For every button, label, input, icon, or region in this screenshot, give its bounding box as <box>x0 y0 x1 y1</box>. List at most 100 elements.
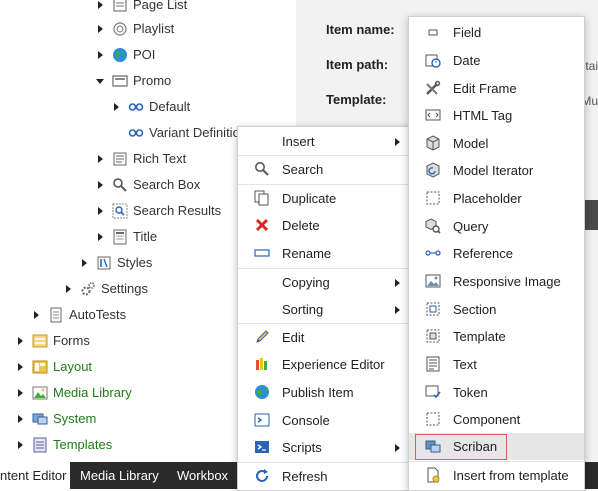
expand-caret-icon[interactable] <box>98 155 103 163</box>
insert-item-component[interactable]: Component <box>409 406 584 433</box>
tree-item-label: Forms <box>53 333 90 348</box>
rename-icon <box>254 249 270 257</box>
tree-item-label: Variant Definition <box>149 125 248 140</box>
expand-caret-icon[interactable] <box>98 1 103 9</box>
tab-content-editor[interactable]: ntent Editor <box>0 462 70 489</box>
submenu-arrow-icon <box>395 138 400 146</box>
menu-item-label: Duplicate <box>282 191 337 206</box>
expand-caret-icon[interactable] <box>34 311 39 319</box>
date-icon <box>425 54 441 68</box>
insert-item-token[interactable]: Token <box>409 379 584 406</box>
expand-caret-icon[interactable] <box>82 259 87 267</box>
variant-icon <box>128 103 144 111</box>
menu-item-label: Model <box>453 136 489 151</box>
template-label: Template: <box>326 92 387 107</box>
reference-icon <box>425 250 441 256</box>
menu-item-console[interactable]: Console <box>238 407 410 434</box>
layout-icon <box>32 360 48 374</box>
menu-item-label: Copying <box>282 275 330 290</box>
menu-item-label: Token <box>453 385 488 400</box>
tab-media-library[interactable]: Media Library <box>80 462 159 489</box>
tab-workbox[interactable]: Workbox <box>177 462 228 489</box>
menu-item-copying[interactable]: Copying <box>238 269 410 296</box>
insert-submenu: Field Date Edit Frame HTML Tag Model Mod… <box>408 16 585 491</box>
insert-item-html-tag[interactable]: HTML Tag <box>409 102 584 129</box>
menu-item-label: Delete <box>282 218 320 233</box>
menu-item-label: Model Iterator <box>453 163 534 178</box>
insert-from-template-icon <box>427 467 440 483</box>
insert-item-date[interactable]: Date <box>409 47 584 74</box>
expand-caret-icon[interactable] <box>18 389 23 397</box>
title-icon <box>113 229 127 245</box>
expand-caret-icon[interactable] <box>114 103 119 111</box>
tree-item-label: Templates <box>53 437 113 452</box>
submenu-arrow-icon <box>395 306 400 314</box>
expand-caret-icon[interactable] <box>98 51 103 59</box>
tree-item-label: System <box>53 411 97 426</box>
insert-item-model[interactable]: Model <box>409 130 584 157</box>
tree-item-label: AutoTests <box>69 307 127 322</box>
menu-item-refresh[interactable]: Refresh <box>238 463 410 490</box>
tree-item-label: Default <box>149 99 191 114</box>
insert-item-template[interactable]: Template <box>409 323 584 350</box>
insert-item-text[interactable]: Text <box>409 351 584 378</box>
promo-icon <box>112 75 128 87</box>
menu-item-rename[interactable]: Rename <box>238 240 410 267</box>
insert-item-model-iterator[interactable]: Model Iterator <box>409 157 584 184</box>
menu-item-label: Refresh <box>282 469 328 484</box>
menu-item-delete[interactable]: Delete <box>238 212 410 239</box>
tree-item-label: Search Box <box>133 177 201 192</box>
tree-item-label: Media Library <box>53 385 132 400</box>
menu-item-label: Edit Frame <box>453 81 517 96</box>
tree-item-label: Settings <box>101 281 148 296</box>
menu-item-duplicate[interactable]: Duplicate <box>238 185 410 212</box>
insert-item-field[interactable]: Field <box>409 19 584 46</box>
expand-caret-icon[interactable] <box>18 363 23 371</box>
insert-item-reference[interactable]: Reference <box>409 240 584 267</box>
menu-item-label: Date <box>453 53 481 68</box>
variant-icon <box>128 129 144 137</box>
menu-item-insert[interactable]: Insert <box>238 128 410 155</box>
tree-item-label: Rich Text <box>133 151 187 166</box>
tree-item-label: Title <box>133 229 158 244</box>
expand-caret-icon[interactable] <box>18 337 23 345</box>
menu-item-label: Query <box>453 219 489 234</box>
expand-caret-icon[interactable] <box>98 25 103 33</box>
menu-item-label: Publish Item <box>282 385 354 400</box>
expand-caret-icon[interactable] <box>66 285 71 293</box>
responsive-image-icon <box>425 274 441 288</box>
insert-item-placeholder[interactable]: Placeholder <box>409 185 584 212</box>
insert-item-section[interactable]: Section <box>409 296 584 323</box>
expand-caret-icon[interactable] <box>98 233 103 241</box>
duplicate-icon <box>254 190 269 206</box>
insert-item-responsive-image[interactable]: Responsive Image <box>409 268 584 295</box>
expand-caret-icon[interactable] <box>98 181 103 189</box>
placeholder-icon <box>426 191 440 205</box>
search-box-icon <box>113 178 127 192</box>
tree-item-label: Playlist <box>133 21 175 36</box>
expand-caret-icon[interactable] <box>98 207 103 215</box>
scripts-icon <box>255 441 269 453</box>
insert-item-scriban[interactable]: Scriban <box>409 433 584 460</box>
menu-item-sorting[interactable]: Sorting <box>238 296 410 323</box>
menu-item-edit[interactable]: Edit <box>238 324 410 351</box>
menu-item-label: Scriban <box>453 439 498 454</box>
media-library-icon <box>32 386 48 400</box>
rich-text-icon <box>113 152 127 166</box>
insert-item-query[interactable]: Query <box>409 213 584 240</box>
insert-item-edit-frame[interactable]: Edit Frame <box>409 75 584 102</box>
menu-item-search[interactable]: Search <box>238 156 410 183</box>
forms-icon <box>32 334 48 348</box>
insert-item-insert-from-template[interactable]: Insert from template <box>409 462 584 489</box>
playlist-icon <box>113 22 127 36</box>
tree-item-label: Layout <box>53 359 93 374</box>
menu-item-publish-item[interactable]: Publish Item <box>238 379 410 406</box>
expand-caret-icon[interactable] <box>18 441 23 449</box>
collapse-caret-icon[interactable] <box>96 79 104 84</box>
item-path-label: Item path: <box>326 57 389 72</box>
menu-item-scripts[interactable]: Scripts <box>238 434 410 461</box>
expand-caret-icon[interactable] <box>18 415 23 423</box>
token-icon <box>425 385 441 399</box>
context-menu: Insert Search Duplicate Delete Rename Co… <box>237 126 411 491</box>
menu-item-experience-editor[interactable]: Experience Editor <box>238 351 410 378</box>
